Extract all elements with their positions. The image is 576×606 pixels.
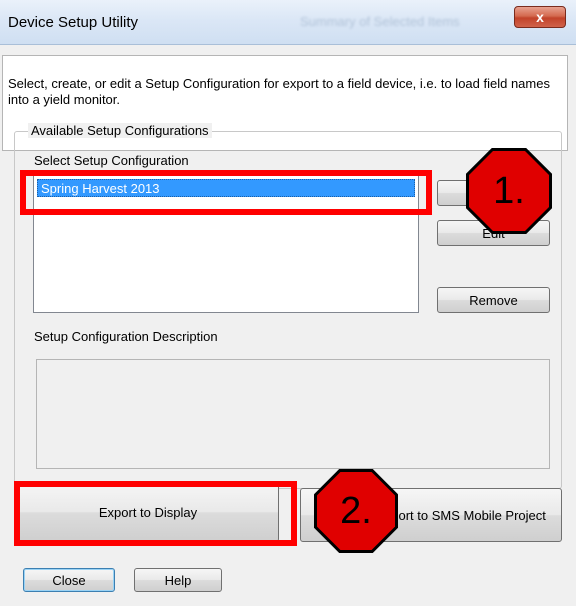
window-title: Device Setup Utility (8, 14, 139, 31)
title-bar: Device Setup Utility Summary of Selected… (0, 0, 576, 45)
close-button[interactable]: Close (23, 568, 115, 592)
annotation-highlight-2 (14, 481, 297, 546)
help-button[interactable]: Help (134, 568, 222, 592)
step-2-label: 2. (340, 490, 372, 532)
annotation-highlight-1 (20, 170, 432, 215)
close-window-button[interactable]: x (514, 6, 566, 28)
intro-text: Select, create, or edit a Setup Configur… (8, 76, 550, 107)
description-label: Setup Configuration Description (34, 329, 218, 344)
select-configuration-label: Select Setup Configuration (34, 153, 189, 168)
close-icon: x (536, 9, 544, 25)
remove-button[interactable]: Remove (437, 287, 550, 313)
groupbox-legend: Available Setup Configurations (28, 123, 212, 138)
step-1-label: 1. (493, 170, 525, 212)
background-window-title: Summary of Selected Items (300, 14, 460, 29)
description-field[interactable] (36, 359, 550, 469)
